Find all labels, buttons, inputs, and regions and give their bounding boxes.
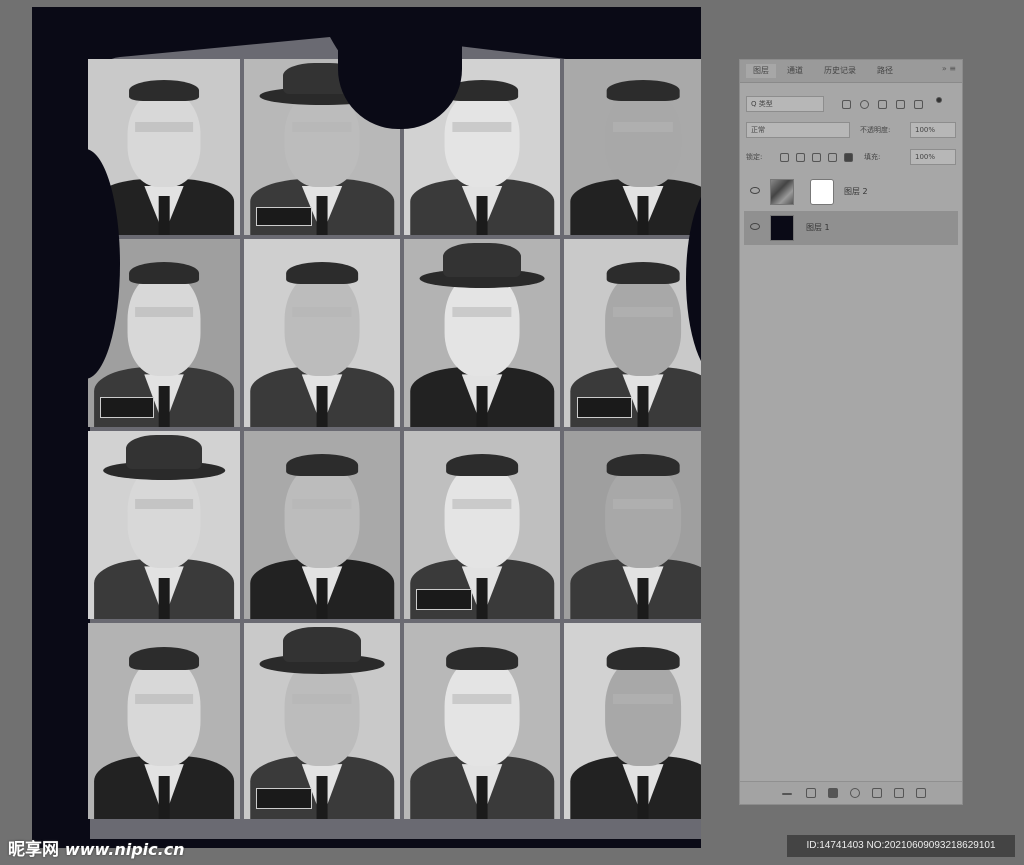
lock-artboard-icon[interactable]: [828, 153, 837, 162]
image-id-badge: ID:14741403 NO:20210609093218629101: [787, 835, 1015, 857]
filter-adjust-icon[interactable]: [860, 100, 869, 109]
layers-panel-footer: [740, 781, 962, 804]
mugshot-photo: [564, 431, 701, 619]
document-canvas[interactable]: [32, 7, 701, 848]
mugshot-photo: [244, 623, 400, 819]
filter-toggle-icon[interactable]: [936, 97, 942, 103]
layer-filter-row: Q 类型: [744, 94, 958, 114]
delete-layer-icon[interactable]: [916, 788, 926, 798]
filter-shape-icon[interactable]: [896, 100, 905, 109]
blend-mode-select[interactable]: 正常: [746, 122, 850, 138]
adjustment-layer-icon[interactable]: [850, 788, 860, 798]
filter-pixel-icon[interactable]: [842, 100, 851, 109]
lock-label: 锁定:: [746, 153, 763, 161]
fill-label: 填充:: [864, 153, 881, 161]
opacity-label: 不透明度:: [860, 126, 891, 134]
tab-history[interactable]: 历史记录: [814, 64, 866, 78]
layer-row-2[interactable]: 图层 2: [744, 175, 958, 209]
fx-icon[interactable]: [806, 788, 816, 798]
mugshot-photo: [88, 431, 240, 619]
tab-channels[interactable]: 通道: [780, 64, 810, 78]
layer-thumbnail: [770, 215, 794, 241]
new-layer-icon[interactable]: [894, 788, 904, 798]
left-sleeve-shadow: [50, 149, 120, 379]
mugshot-photo: [564, 59, 701, 235]
filter-smart-icon[interactable]: [914, 100, 923, 109]
lock-row: 锁定: 填充: 100%: [744, 147, 958, 167]
layer-thumbnail: [770, 179, 794, 205]
link-layers-icon[interactable]: [782, 793, 792, 795]
lock-image-icon[interactable]: [796, 153, 805, 162]
mugshot-photo: [404, 239, 560, 427]
filter-kind-select[interactable]: Q 类型: [746, 96, 824, 112]
layer-name[interactable]: 图层 2: [844, 186, 868, 197]
panel-menu-icon[interactable]: » ≡: [942, 64, 956, 73]
mugshot-photo: [564, 239, 701, 427]
mugshot-photo: [244, 431, 400, 619]
fill-input[interactable]: 100%: [910, 149, 956, 165]
layer-name[interactable]: 图层 1: [806, 222, 830, 233]
mugshot-photo: [564, 623, 701, 819]
opacity-input[interactable]: 100%: [910, 122, 956, 138]
panel-tab-bar: 图层 通道 历史记录 路径 » ≡: [740, 60, 962, 83]
lock-position-icon[interactable]: [812, 153, 821, 162]
add-mask-icon[interactable]: [828, 788, 838, 798]
watermark-url: www.nipic.cn: [64, 840, 185, 859]
layers-panel: 图层 通道 历史记录 路径 » ≡ Q 类型 正常 不透明度: 100% 锁定:: [739, 59, 963, 805]
mugshot-photo: [404, 431, 560, 619]
lock-transparent-icon[interactable]: [780, 153, 789, 162]
layer-row-1[interactable]: 图层 1: [744, 211, 958, 245]
mugshot-photo: [244, 239, 400, 427]
visibility-eye-icon[interactable]: [750, 223, 760, 230]
lock-all-icon[interactable]: [844, 153, 853, 162]
filter-type-icon[interactable]: [878, 100, 887, 109]
tab-paths[interactable]: 路径: [870, 64, 900, 78]
mugshot-photo: [88, 623, 240, 819]
new-group-icon[interactable]: [872, 788, 882, 798]
workspace: 图层 通道 历史记录 路径 » ≡ Q 类型 正常 不透明度: 100% 锁定:: [0, 0, 1024, 865]
mugshot-photo: [404, 623, 560, 819]
shirt-photo-collage: [50, 19, 701, 839]
watermark-brand: 昵享网: [8, 840, 59, 860]
tab-layers[interactable]: 图层: [746, 64, 776, 78]
blend-row: 正常 不透明度: 100%: [744, 120, 958, 140]
visibility-eye-icon[interactable]: [750, 187, 760, 194]
watermark-logo: 昵享网 www.nipic.cn: [8, 835, 185, 860]
layer-mask-thumbnail[interactable]: [810, 179, 834, 205]
